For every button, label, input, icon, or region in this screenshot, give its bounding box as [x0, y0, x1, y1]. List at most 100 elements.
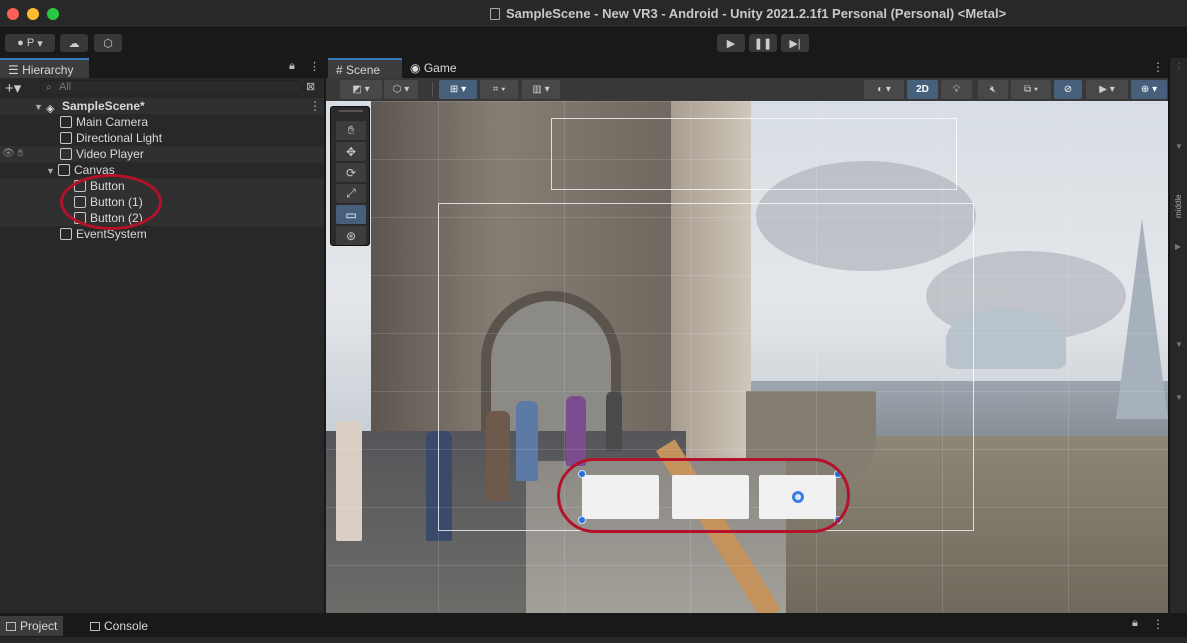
lock-icon[interactable]: 🔒︎: [289, 60, 295, 73]
gamepad-icon: ◉: [410, 61, 421, 75]
maximize-window-button[interactable]: [47, 8, 59, 20]
transform-tool[interactable]: ⊛: [336, 226, 366, 245]
inspector-strip: ⋮ ▼ ▶ ▼ ▼ middle: [1169, 58, 1187, 613]
cloud-button[interactable]: ☁: [60, 34, 88, 52]
scene-more-menu-icon[interactable]: ⋮: [1152, 60, 1164, 74]
hierarchy-search-input[interactable]: ⌕ All: [40, 80, 302, 95]
step-button[interactable]: ▶|: [781, 34, 809, 52]
collapse-arrow-icon[interactable]: ▼: [1175, 393, 1183, 402]
tab-hierarchy-label: Hierarchy: [22, 63, 74, 77]
gizmos-dropdown[interactable]: ⊕ ▾: [1131, 80, 1167, 99]
collapse-arrow-icon[interactable]: ▼: [1175, 340, 1183, 349]
separator: [432, 82, 433, 97]
rect-icon: ▭: [345, 207, 357, 222]
scene-row[interactable]: ▼ ◈ SampleScene* ⋮: [0, 98, 324, 115]
tree-item-main-camera[interactable]: Main Camera: [0, 114, 324, 130]
tab-project[interactable]: Project: [0, 616, 64, 636]
highlight-annotation-buttons: [60, 174, 162, 230]
gameobject-icon: [60, 228, 72, 240]
hand-tool[interactable]: ✋︎: [336, 121, 366, 140]
minimize-window-button[interactable]: [27, 8, 39, 20]
strip-label: middle: [1174, 194, 1183, 218]
scene-visibility-icon[interactable]: ⊠: [306, 80, 315, 93]
add-object-button[interactable]: +▾: [5, 79, 21, 97]
scene-viewport[interactable]: [326, 101, 1168, 613]
lightbulb-icon: 💡︎: [953, 84, 960, 95]
account-icon: ●: [17, 37, 24, 49]
window-title-text: SampleScene - New VR3 - Android - Unity …: [506, 6, 1007, 21]
ruler-dropdown[interactable]: ▥ ▾: [522, 80, 560, 99]
effects-dropdown[interactable]: ⧉ ▾: [1011, 80, 1051, 99]
account-label: P: [26, 37, 35, 49]
visibility-pick-icons[interactable]: 👁︎ ✋︎: [2, 146, 23, 162]
shading-dropdown[interactable]: ◐ ▾: [864, 80, 904, 99]
gameobject-icon: [58, 164, 70, 176]
increment-snap-dropdown[interactable]: ⌗ ▾: [480, 80, 518, 99]
drag-handle[interactable]: [339, 110, 363, 112]
tree-item-video-player[interactable]: 👁︎ ✋︎ Video Player: [0, 146, 324, 162]
step-icon: ▶|: [789, 37, 801, 50]
more-menu-icon[interactable]: ⋮: [1175, 62, 1183, 71]
account-dropdown[interactable]: ● P ▾: [5, 34, 55, 52]
list-icon: ☰: [8, 63, 19, 77]
tree-item-label: Video Player: [76, 147, 144, 161]
rect-tool[interactable]: ▭: [336, 205, 366, 224]
scale-icon: ⤢: [346, 186, 356, 200]
rotate-icon: ⟳: [345, 165, 357, 180]
highlight-annotation-scene-buttons: [557, 458, 850, 533]
tab-scene[interactable]: # Scene: [328, 58, 402, 78]
tab-hierarchy[interactable]: ☰ Hierarchy: [0, 58, 89, 78]
expand-arrow-icon[interactable]: ▼: [46, 163, 56, 179]
expand-arrow-icon[interactable]: ▼: [34, 99, 44, 115]
scene-tabbar: # Scene ◉ Game ⋮: [326, 58, 1187, 78]
more-menu-icon[interactable]: ⋮: [309, 60, 320, 73]
rect-outline: [551, 118, 957, 190]
tree-item-eventsystem[interactable]: EventSystem: [0, 226, 324, 242]
tab-scene-label: Scene: [346, 63, 381, 77]
tree-item-button[interactable]: Button: [0, 178, 324, 194]
tab-game[interactable]: ◉ Game: [410, 61, 457, 75]
audio-toggle[interactable]: 🔇︎: [978, 80, 1008, 99]
shading-icon: ◐ ▾: [877, 84, 891, 95]
tab-console[interactable]: Console: [84, 616, 154, 636]
scale-tool[interactable]: ⤢: [336, 184, 366, 203]
mode-2d-label: 2D: [916, 84, 929, 95]
close-window-button[interactable]: [7, 8, 19, 20]
tree-item-canvas[interactable]: ▼ Canvas: [0, 162, 324, 178]
draw-mode-dropdown[interactable]: ◩ ▾: [340, 80, 382, 99]
mode-2d-toggle[interactable]: 2D: [907, 80, 938, 99]
search-placeholder: All: [59, 81, 72, 93]
transform-icon: ⊛: [345, 228, 357, 243]
play-button[interactable]: ▶: [717, 34, 745, 52]
play-icon: ▶: [726, 37, 736, 50]
lighting-toggle[interactable]: 💡︎: [941, 80, 972, 99]
eye-slash-icon: ⊘: [1063, 84, 1073, 95]
tab-project-label: Project: [20, 619, 58, 633]
tree-item-button-2[interactable]: Button (2): [0, 210, 324, 226]
gizmo-icon: ⊕ ▾: [1140, 84, 1158, 95]
tab-console-label: Console: [104, 619, 149, 633]
rotate-tool[interactable]: ⟳: [336, 163, 366, 182]
expand-arrow-icon[interactable]: ▶: [1175, 242, 1181, 251]
more-menu-icon[interactable]: ⋮: [1152, 617, 1164, 631]
collapse-arrow-icon[interactable]: ▼: [1175, 142, 1183, 151]
tree-item-directional-light[interactable]: Directional Light: [0, 130, 324, 146]
scene-menu-icon[interactable]: ⋮: [309, 98, 321, 114]
hidden-objects-toggle[interactable]: ⊘: [1054, 80, 1082, 99]
gameobject-icon: [60, 132, 72, 144]
grid-snap-toggle[interactable]: ⊞ ▾: [439, 80, 477, 99]
lock-icon[interactable]: 🔒︎: [1132, 617, 1138, 630]
hierarchy-panel: ☰ Hierarchy 🔒︎ ⋮ +▾ ⌕ All ⊠ ▼ ◈ SampleScene…: [0, 58, 324, 613]
collab-button[interactable]: ⬡: [94, 34, 122, 52]
cube-icon: ⬡ ▾: [392, 84, 410, 95]
camera-dropdown[interactable]: ▶ ▾: [1086, 80, 1128, 99]
tree-item-label: Directional Light: [76, 131, 163, 145]
gizmo-object-dropdown[interactable]: ⬡ ▾: [384, 80, 418, 99]
pause-button[interactable]: ❚❚: [749, 34, 777, 52]
snap-icon: ⌗ ▾: [492, 84, 506, 95]
mute-icon: 🔇︎: [989, 84, 997, 95]
window-title: SampleScene - New VR3 - Android - Unity …: [490, 6, 1006, 21]
search-icon: ⌕: [46, 82, 52, 93]
move-tool[interactable]: ✥: [336, 142, 366, 161]
tree-item-button-1[interactable]: Button (1): [0, 194, 324, 210]
